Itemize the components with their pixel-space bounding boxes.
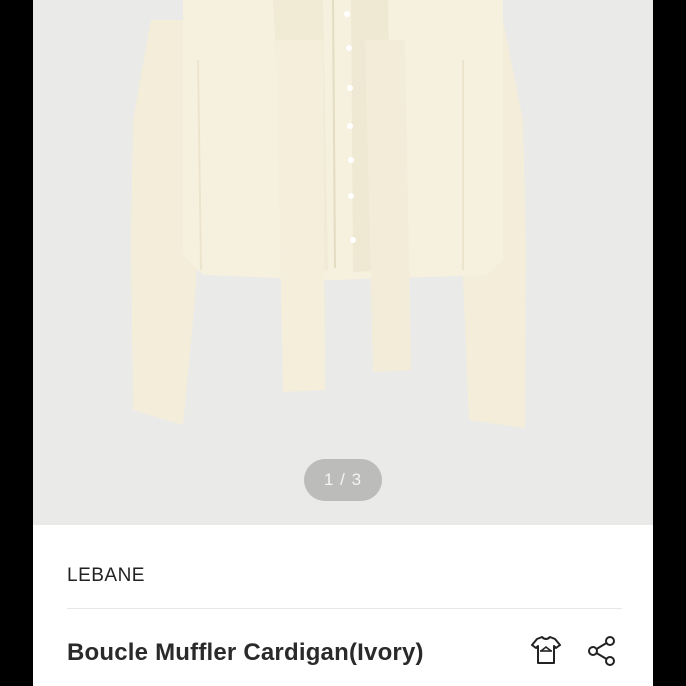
product-title: Boucle Muffler Cardigan(Ivory)	[67, 639, 424, 666]
product-photo	[131, 0, 526, 428]
share-button[interactable]	[585, 633, 619, 669]
brand-name[interactable]: LEBANE	[67, 565, 145, 587]
product-screen: 1 / 3 LEBANE Boucle Muffler Cardigan(Ivo…	[33, 0, 653, 686]
product-image-carousel[interactable]: 1 / 3	[33, 0, 653, 525]
image-page-indicator: 1 / 3	[304, 459, 382, 501]
wishlist-button[interactable]	[529, 633, 563, 669]
shirt-hanger-icon	[531, 636, 561, 664]
divider	[67, 608, 622, 609]
share-icon	[588, 636, 615, 666]
